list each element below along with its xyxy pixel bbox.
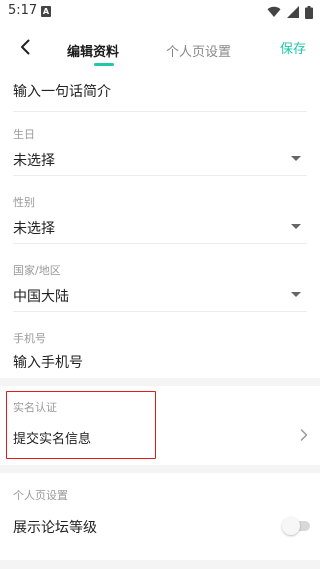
highlight-box [6,391,156,459]
wifi-icon [267,6,281,18]
region-field[interactable]: 国家/地区 中国大陆 [13,262,307,312]
phone-label: 手机号 [13,332,46,345]
battery-icon [305,5,313,19]
divider [13,111,307,112]
section-gap [0,378,320,386]
status-icons [267,5,313,19]
bio-field[interactable]: 输入一句话简介 [13,78,307,112]
dropdown-arrow-icon[interactable] [291,292,301,297]
bottom-gap [0,560,320,569]
chevron-left-icon [21,39,30,55]
tab-active-indicator [94,63,114,66]
dropdown-arrow-icon[interactable] [291,156,301,161]
forum-level-toggle[interactable] [282,517,310,535]
birthday-label: 生日 [13,128,35,141]
cell-signal-icon [287,6,299,18]
birthday-field[interactable]: 生日 未选择 [13,126,307,176]
dropdown-arrow-icon[interactable] [291,224,301,229]
gender-value[interactable]: 未选择 [13,218,55,238]
section-gap [0,465,320,473]
phone-input[interactable]: 输入手机号 [13,352,83,372]
birthday-value[interactable]: 未选择 [13,150,55,170]
profile-settings-label: 个人页设置 [13,489,68,502]
tab-edit-profile[interactable]: 编辑资料 [67,41,119,60]
tab-profile-page-settings[interactable]: 个人页设置 [166,41,231,60]
save-button[interactable]: 保存 [280,38,306,57]
divider [13,243,307,244]
back-button[interactable] [13,35,37,59]
divider [13,311,307,312]
top-nav: 编辑资料 个人页设置 保存 [0,30,320,66]
gender-label: 性别 [13,196,35,209]
status-time: 5:17 [8,3,38,18]
gender-field[interactable]: 性别 未选择 [13,194,307,244]
region-value[interactable]: 中国大陆 [13,286,69,306]
chevron-right-icon[interactable] [300,429,308,441]
toggle-knob [282,517,300,535]
bio-input[interactable]: 输入一句话简介 [13,81,111,101]
forum-level-label: 展示论坛等级 [13,520,97,536]
status-bar: 5:17 A [0,0,320,24]
phone-field[interactable]: 手机号 输入手机号 [13,330,307,374]
profile-settings-section: 个人页设置 展示论坛等级 [13,487,307,543]
notification-icon: A [41,6,51,17]
region-label: 国家/地区 [13,264,61,277]
divider [13,175,307,176]
